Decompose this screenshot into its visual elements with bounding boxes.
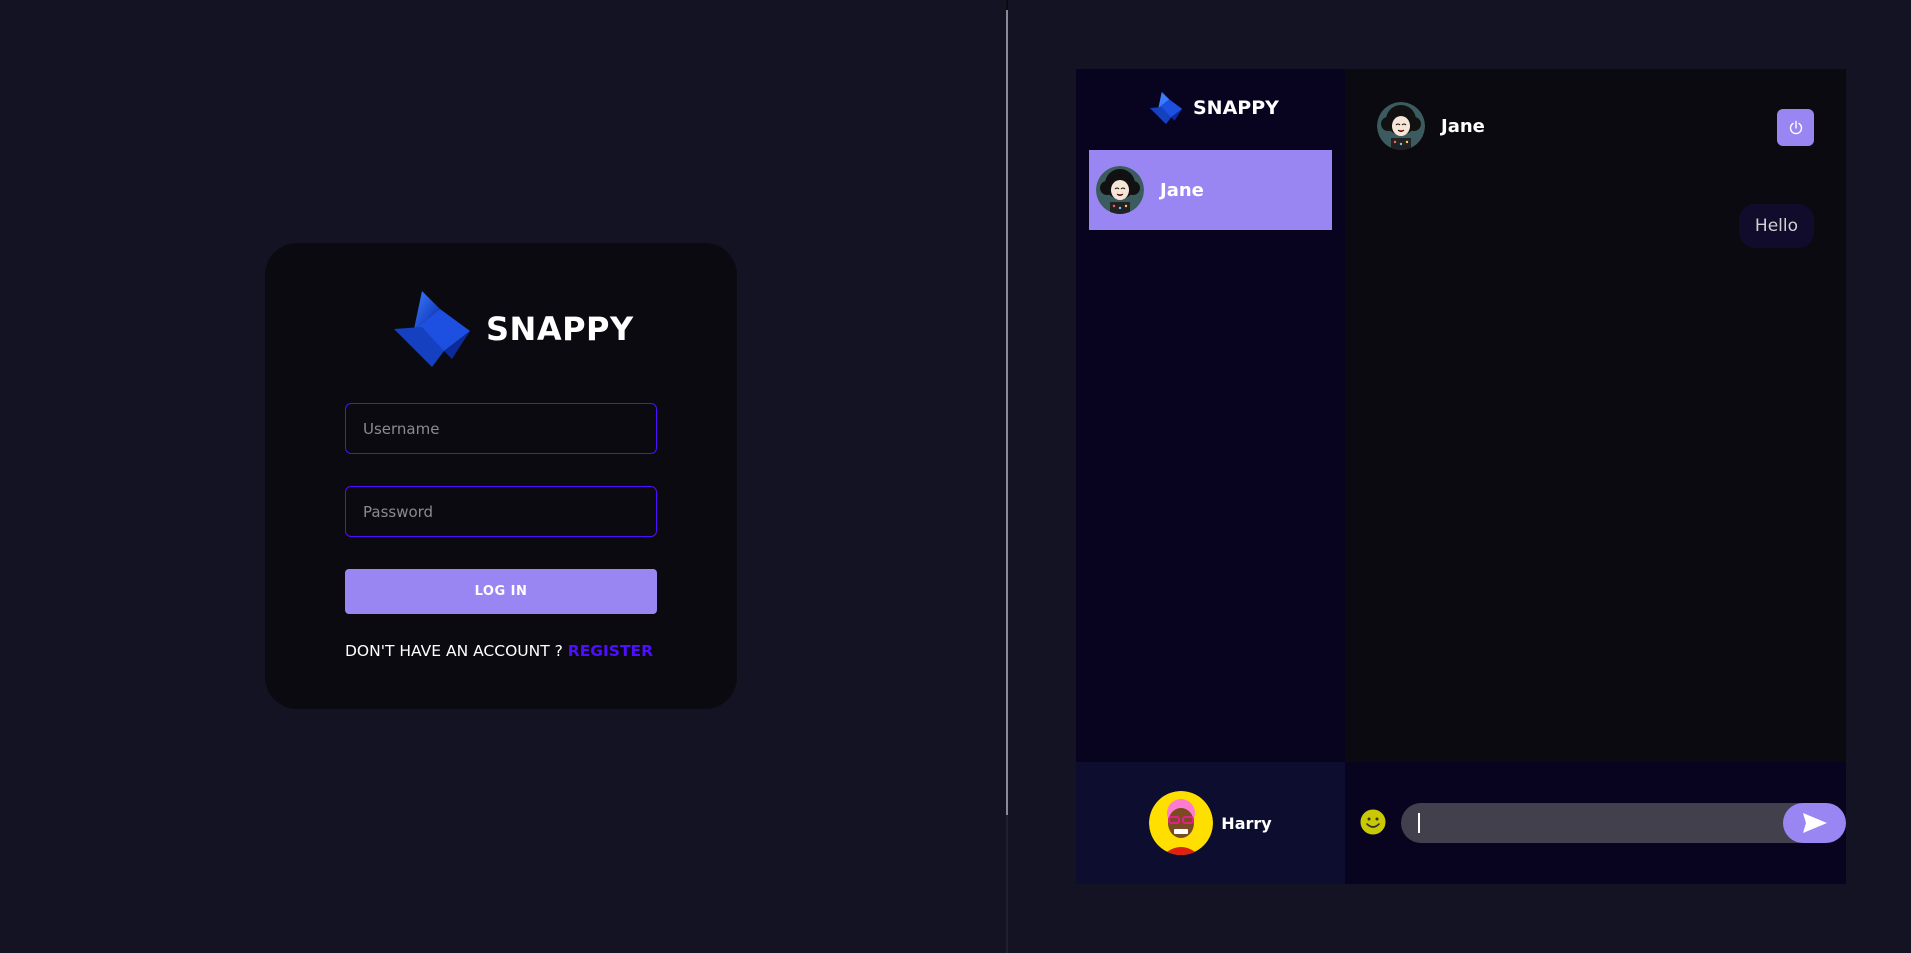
brand-name: SNAPPY	[486, 310, 634, 348]
current-user: Harry	[1076, 762, 1345, 884]
username-input[interactable]	[345, 403, 657, 454]
message-input-bar	[1345, 762, 1846, 884]
chat-app: SNAPPY Jane Harry Jane Hello	[1076, 69, 1846, 884]
message-sent: Hello	[1738, 204, 1814, 248]
jane-avatar-icon	[1377, 102, 1425, 150]
jane-avatar-icon	[1096, 166, 1144, 214]
current-user-name: Harry	[1221, 813, 1272, 833]
message-input[interactable]	[1401, 803, 1821, 843]
snappy-logo-icon	[1149, 91, 1183, 125]
register-prompt-text: DON'T HAVE AN ACCOUNT ?	[345, 642, 563, 660]
chat-header: Jane	[1345, 69, 1846, 184]
contact-name: Jane	[1160, 179, 1204, 201]
peer-name: Jane	[1441, 115, 1485, 137]
contacts-sidebar: SNAPPY Jane Harry	[1076, 69, 1345, 884]
peer-avatar	[1377, 102, 1425, 150]
current-user-avatar	[1149, 791, 1214, 855]
text-caret	[1418, 813, 1420, 833]
power-icon	[1789, 120, 1802, 134]
login-brand: SNAPPY	[392, 289, 634, 369]
contact-avatar	[1096, 166, 1144, 214]
messages-area: Hello	[1345, 184, 1846, 762]
harry-avatar-icon	[1149, 791, 1214, 855]
panel-divider	[1006, 0, 1008, 953]
brand-name: SNAPPY	[1193, 97, 1279, 119]
send-button[interactable]	[1783, 803, 1846, 843]
contact-item-jane[interactable]: Jane	[1089, 150, 1332, 230]
logout-button[interactable]	[1777, 109, 1814, 146]
register-link[interactable]: REGISTER	[568, 642, 653, 660]
password-input[interactable]	[345, 486, 657, 537]
emoji-icon[interactable]	[1359, 808, 1387, 836]
register-prompt: DON'T HAVE AN ACCOUNT ? REGISTER	[345, 642, 657, 660]
snappy-logo-icon	[394, 291, 470, 367]
sidebar-brand: SNAPPY	[1149, 91, 1279, 125]
send-icon	[1802, 813, 1827, 833]
login-card: SNAPPY LOG IN DON'T HAVE AN ACCOUNT ? RE…	[265, 243, 737, 709]
login-button[interactable]: LOG IN	[345, 569, 657, 614]
chat-peer: Jane	[1377, 102, 1485, 150]
